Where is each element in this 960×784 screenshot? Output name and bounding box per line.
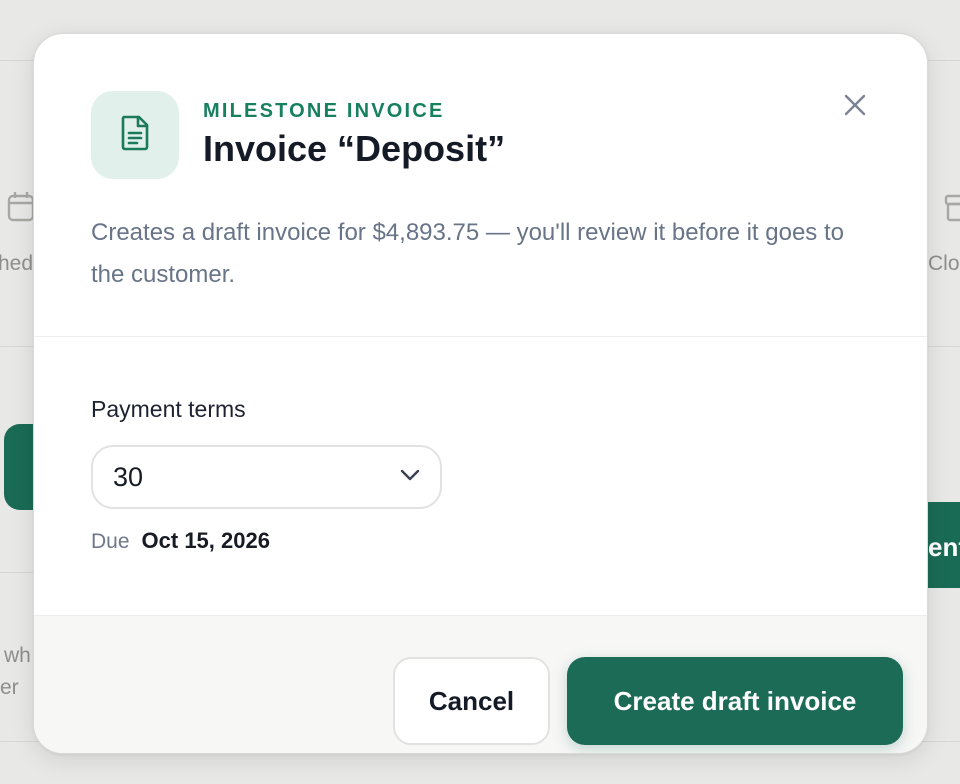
create-draft-invoice-button[interactable]: Create draft invoice xyxy=(567,657,903,745)
background-label: wh xyxy=(4,644,31,667)
icon-tile xyxy=(91,91,179,179)
chevron-down-icon xyxy=(400,468,420,486)
dialog-description: Creates a draft invoice for $4,893.75 — … xyxy=(91,219,844,288)
dialog-eyebrow: MILESTONE INVOICE xyxy=(203,100,445,122)
calendar-icon xyxy=(6,190,36,229)
archive-icon xyxy=(944,190,960,229)
background-button-label: ent xyxy=(928,532,960,562)
payment-terms-label: Payment terms xyxy=(91,396,246,422)
close-icon xyxy=(844,94,866,121)
dialog-title: Invoice “Deposit” xyxy=(203,128,506,169)
document-icon xyxy=(118,114,152,157)
cancel-button[interactable]: Cancel xyxy=(393,657,550,745)
due-date-row: Due Oct 15, 2026 xyxy=(91,528,270,554)
due-date-value: Oct 15, 2026 xyxy=(141,528,270,553)
payment-terms-select[interactable]: 30 xyxy=(91,445,442,509)
background-label: er xyxy=(0,676,19,699)
close-button[interactable] xyxy=(838,90,872,124)
invoice-dialog: MILESTONE INVOICE Invoice “Deposit” Crea… xyxy=(33,33,928,754)
due-label: Due xyxy=(91,530,130,553)
dialog-divider xyxy=(34,336,927,337)
background-label: Clo xyxy=(928,252,960,275)
background-label: hed xyxy=(0,252,34,275)
payment-terms-value: 30 xyxy=(113,461,144,492)
